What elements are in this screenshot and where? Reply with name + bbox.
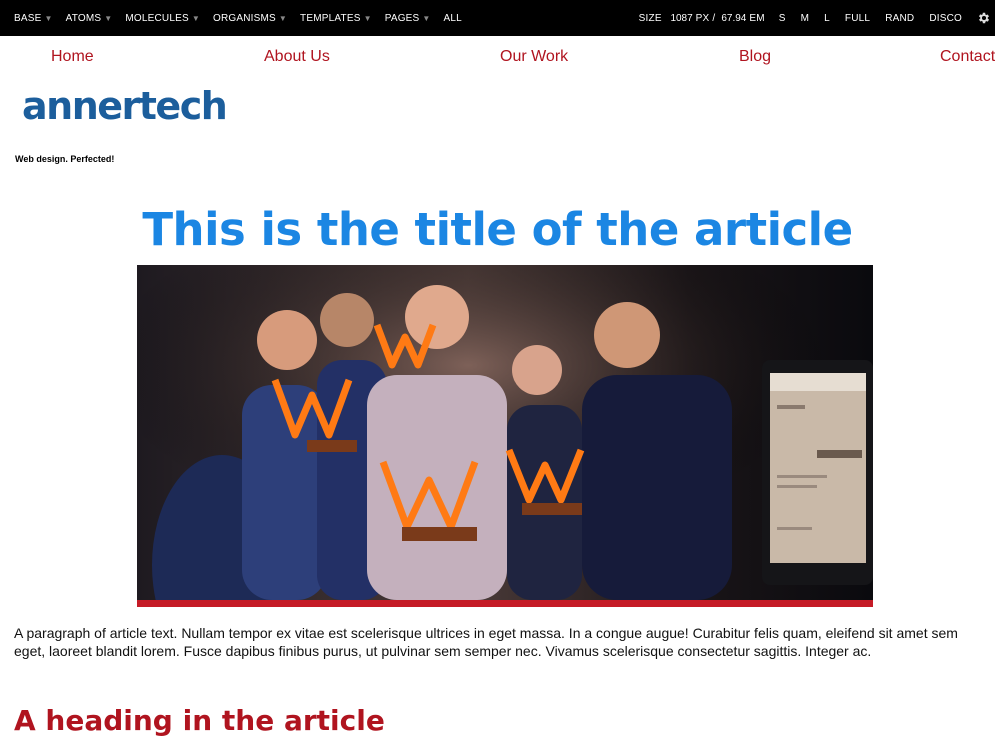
pattern-lab-toolbar: BASE ▼ ATOMS ▼ MOLECULES ▼ ORGANISMS ▼ TEMPL… — [0, 0, 995, 36]
chevron-down-icon: ▼ — [191, 13, 200, 23]
article-paragraph: A paragraph of article text. Nullam temp… — [14, 625, 958, 659]
toolbar-item-label: PAGES — [384, 12, 420, 24]
toolbar-base-menu[interactable]: BASE ▼ — [14, 13, 53, 24]
article-title: This is the title of the article — [142, 203, 853, 256]
image-accent-bar — [137, 600, 873, 607]
toolbar-molecules-menu[interactable]: MOLECULES ▼ — [125, 13, 200, 24]
chevron-down-icon: ▼ — [278, 13, 288, 23]
toolbar-item-label: ALL — [443, 12, 462, 24]
toolbar-controls: SIZE PX / EM S M L FULL RAND DISCO — [639, 0, 995, 36]
size-s-button[interactable]: S — [779, 13, 786, 24]
award-team-photo — [137, 265, 873, 600]
size-random-button[interactable]: RAND — [885, 13, 914, 24]
size-full-button[interactable]: FULL — [845, 13, 870, 24]
nav-item-about-us[interactable]: About Us — [264, 48, 330, 66]
site-logo[interactable]: annertech — [22, 84, 228, 128]
gear-icon[interactable] — [977, 11, 991, 25]
size-px-unit: PX / — [695, 12, 716, 24]
toolbar-organisms-menu[interactable]: ORGANISMS ▼ — [213, 13, 287, 24]
toolbar-all-link[interactable]: ALL — [444, 13, 462, 24]
viewport-size-readout: SIZE PX / EM — [638, 12, 765, 24]
size-label: SIZE — [638, 12, 662, 24]
toolbar-nav: BASE ▼ ATOMS ▼ MOLECULES ▼ ORGANISMS ▼ TEMPL… — [14, 0, 475, 36]
size-l-button[interactable]: L — [824, 13, 830, 24]
chevron-down-icon: ▼ — [363, 13, 372, 23]
toolbar-templates-menu[interactable]: TEMPLATES ▼ — [300, 13, 372, 24]
size-em-input[interactable] — [718, 12, 747, 24]
nav-item-our-work[interactable]: Our Work — [500, 48, 568, 66]
chevron-down-icon: ▼ — [422, 13, 431, 23]
toolbar-item-label: TEMPLATES — [300, 12, 361, 24]
nav-item-contact[interactable]: Contact — [940, 48, 995, 66]
toolbar-item-label: BASE — [14, 12, 42, 24]
toolbar-item-label: MOLECULES — [125, 12, 189, 24]
article-hero-image — [137, 265, 873, 600]
nav-item-blog[interactable]: Blog — [739, 48, 771, 66]
main-navigation: Home About Us Our Work Blog Contact — [0, 36, 995, 78]
size-m-button[interactable]: M — [801, 13, 810, 24]
toolbar-item-label: ORGANISMS — [213, 12, 276, 24]
site-tagline: Web design. Perfected! — [15, 154, 115, 164]
size-px-input[interactable] — [664, 12, 693, 24]
nav-item-home[interactable]: Home — [51, 48, 94, 66]
article-heading: A heading in the article — [14, 704, 385, 737]
toolbar-atoms-menu[interactable]: ATOMS ▼ — [66, 13, 113, 24]
toolbar-item-label: ATOMS — [65, 12, 102, 24]
size-em-unit: EM — [749, 12, 765, 24]
chevron-down-icon: ▼ — [104, 13, 113, 23]
toolbar-pages-menu[interactable]: PAGES ▼ — [385, 13, 431, 24]
chevron-down-icon: ▼ — [44, 13, 53, 23]
size-disco-button[interactable]: DISCO — [929, 13, 962, 24]
